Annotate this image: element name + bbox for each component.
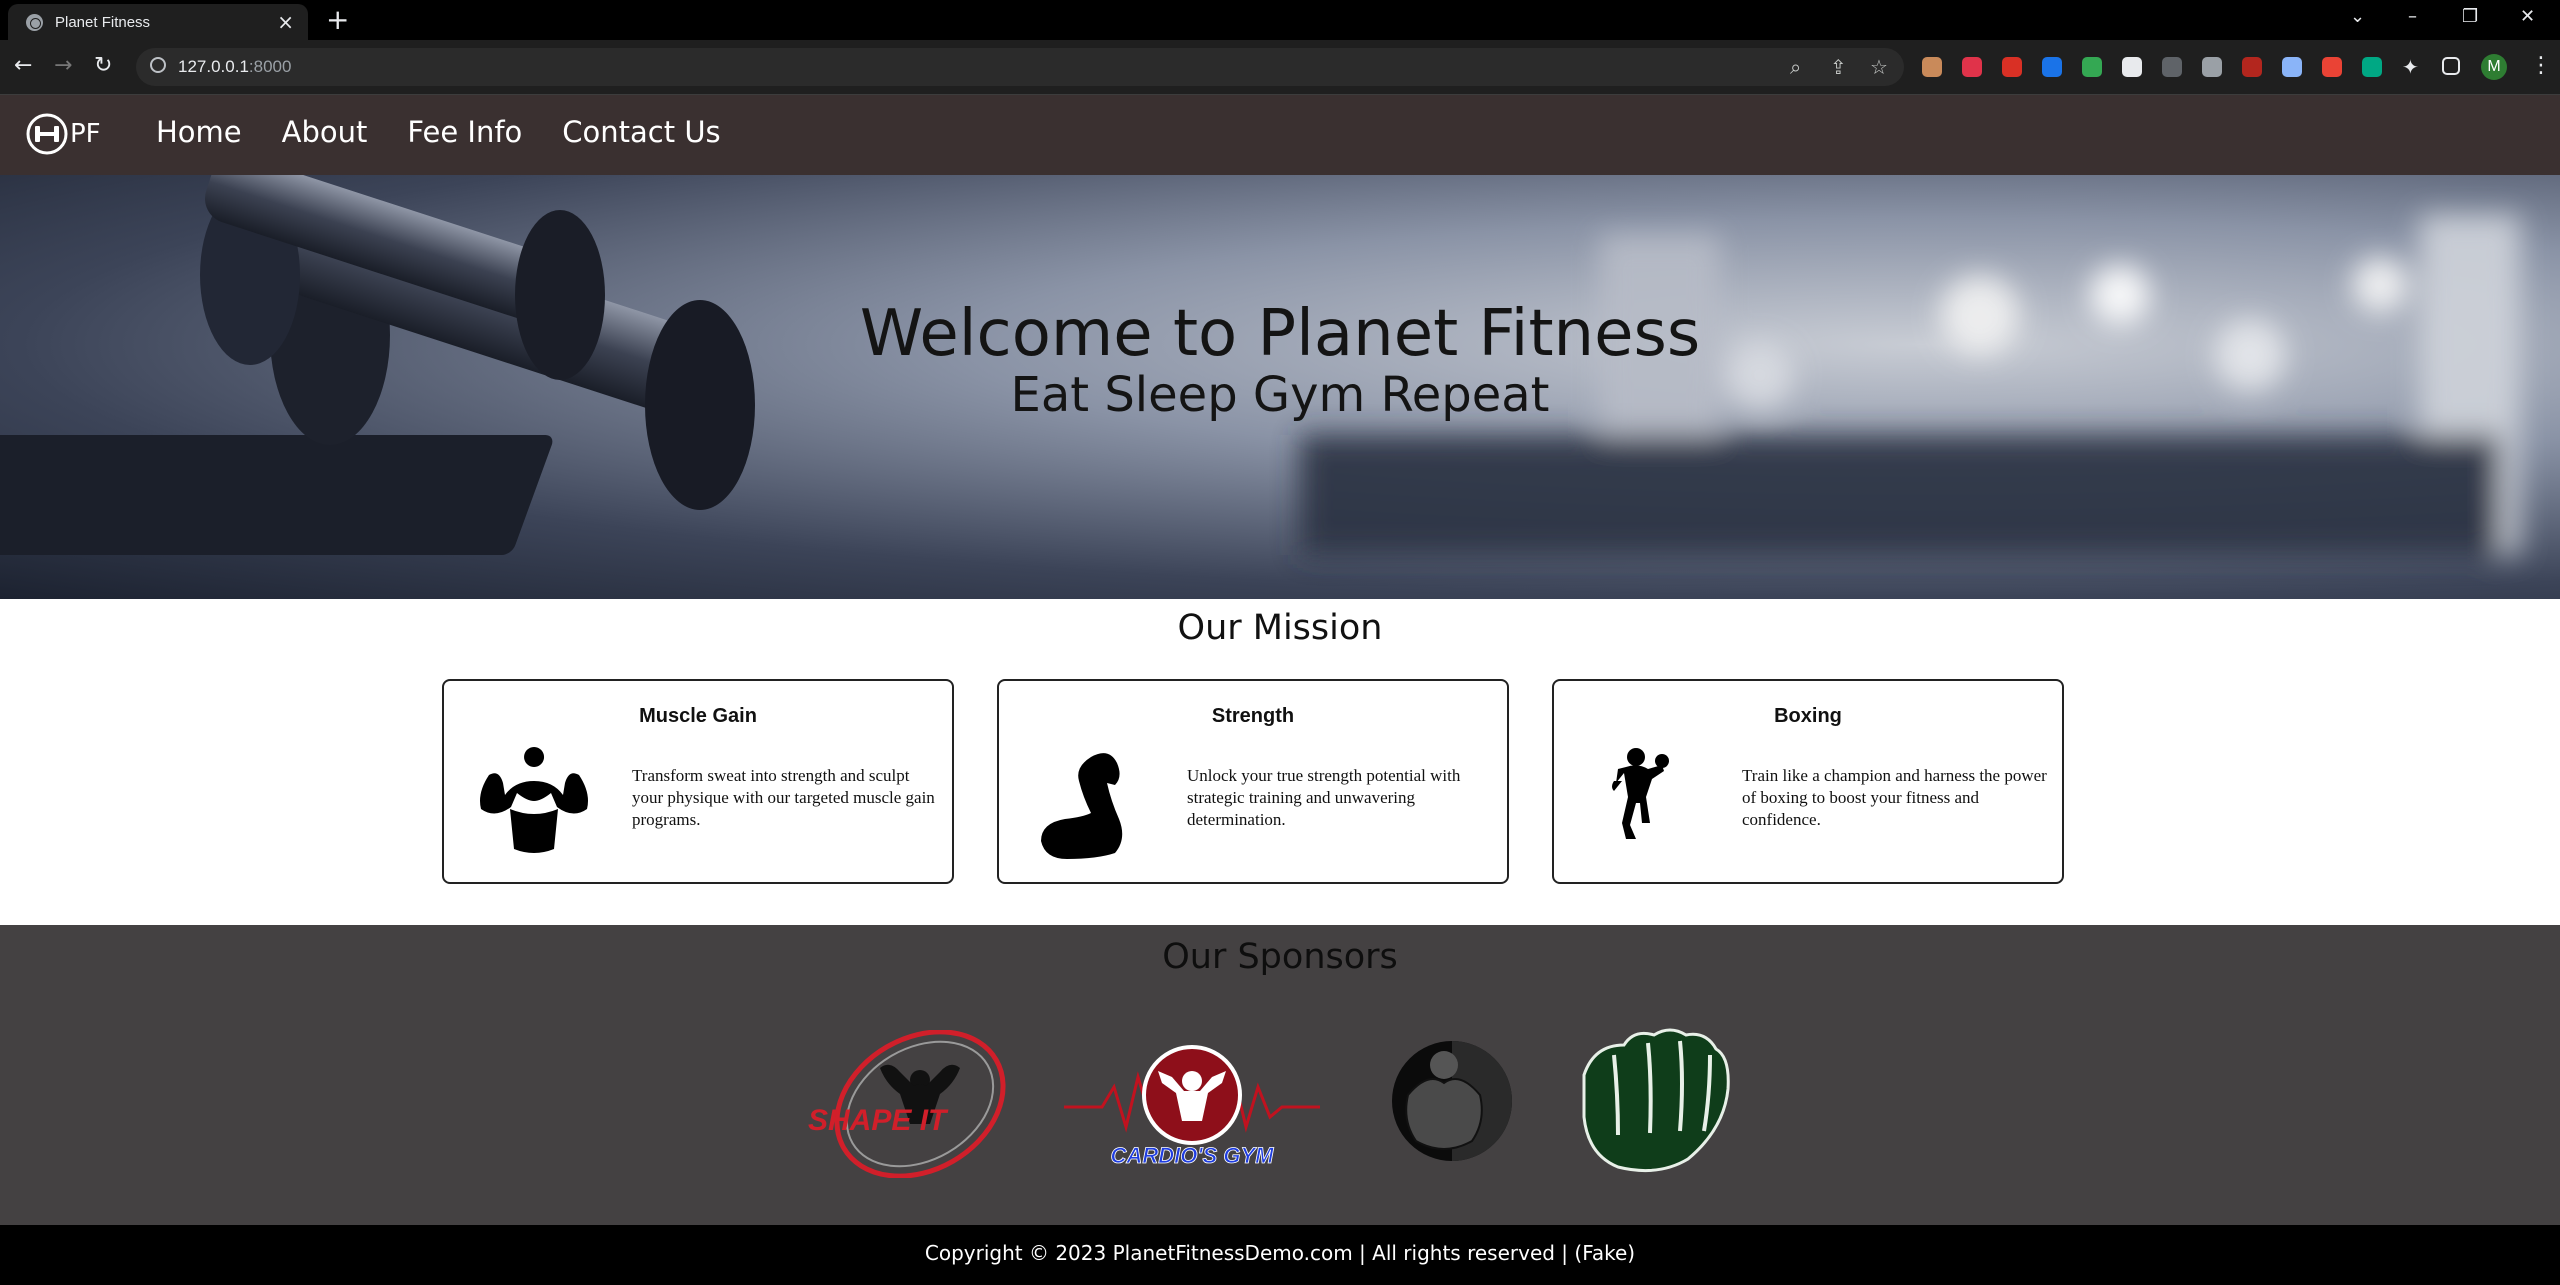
mission-heading: Our Mission (1177, 608, 1383, 648)
copyright-text: Copyright © 2023 PlanetFitnessDemo.com |… (924, 1241, 1636, 1265)
card-title: Boxing (1774, 705, 1842, 727)
mission-card-muscle-gain: Muscle Gain Transform sweat into strengt… (442, 679, 954, 884)
card-text: Transform sweat into strength and sculpt… (632, 766, 935, 829)
close-icon[interactable]: × (277, 12, 294, 32)
dumbbell-icon (26, 113, 68, 155)
sponsors-heading: Our Sponsors (1162, 937, 1398, 977)
bodybuilder-icon (480, 747, 588, 853)
extension-icon[interactable] (2122, 57, 2142, 77)
site-logo[interactable]: PF (26, 113, 101, 155)
minimize-icon[interactable]: – (2408, 6, 2417, 27)
profile-avatar[interactable]: M (2481, 54, 2507, 80)
site-info-icon[interactable] (150, 57, 166, 73)
address-bar[interactable]: 127.0.0.1:8000 ⌕ ⇪ ☆ (136, 48, 1904, 86)
site-footer: Copyright © 2023 PlanetFitnessDemo.com |… (0, 1225, 2560, 1285)
cardios-gym-logo[interactable]: CARDIO'S GYM (1062, 1037, 1322, 1171)
extension-icon[interactable] (2322, 57, 2342, 77)
url-text: 127.0.0.1:8000 (178, 57, 292, 76)
puzzle-icon[interactable]: ✦ (2402, 57, 2422, 77)
card-title: Muscle Gain (639, 705, 757, 727)
extension-icon[interactable] (2042, 57, 2062, 77)
nav-fee-info-link[interactable]: Fee Info (407, 115, 522, 149)
mission-card-strength: Strength Unlock your true strength poten… (997, 679, 1509, 884)
extension-icon[interactable] (1922, 57, 1942, 77)
forward-icon[interactable]: → (54, 52, 72, 80)
browser-tab[interactable]: Planet Fitness × (8, 4, 308, 40)
side-panel-icon[interactable] (2442, 57, 2460, 75)
green-fist-logo[interactable] (1564, 1025, 1744, 1183)
extension-icon[interactable] (1962, 57, 1982, 77)
extension-icon[interactable] (2002, 57, 2022, 77)
nav-about-link[interactable]: About (282, 115, 368, 149)
boxer-icon (1612, 748, 1669, 839)
back-icon[interactable]: ← (14, 52, 32, 80)
card-text: Train like a champion and harness the po… (1742, 766, 2047, 829)
extension-icon[interactable] (2082, 57, 2102, 77)
hero-banner: Welcome to Planet Fitness Eat Sleep Gym … (0, 175, 2560, 599)
extension-icon[interactable] (2202, 57, 2222, 77)
zoom-icon[interactable]: ⌕ (1790, 56, 1801, 78)
card-text: Unlock your true strength potential with… (1187, 766, 1461, 829)
bodybuilder-circle-logo[interactable] (1386, 1035, 1514, 1169)
cardios-gym-text: CARDIO'S GYM (1111, 1143, 1275, 1168)
browser-toolbar: ← → ↻ 127.0.0.1:8000 ⌕ ⇪ ☆ ✦ M ⋮ (0, 40, 2560, 95)
tab-title: Planet Fitness (55, 13, 151, 31)
extension-icon[interactable] (2362, 57, 2382, 77)
share-icon[interactable]: ⇪ (1830, 56, 1847, 78)
tab-strip: Planet Fitness × + ⌄ – ❐ ✕ (0, 0, 2560, 40)
sponsors-section: Our Sponsors SHAPE IT CARDIO'S GYM (0, 925, 2560, 1225)
tab-search-icon[interactable]: ⌄ (2350, 6, 2365, 27)
restore-icon[interactable]: ❐ (2462, 6, 2478, 27)
bookmark-star-icon[interactable]: ☆ (1870, 56, 1888, 78)
shape-it-logo[interactable]: SHAPE IT (800, 1030, 1016, 1178)
nav-home-link[interactable]: Home (156, 115, 242, 149)
hero-subtitle: Eat Sleep Gym Repeat (1010, 367, 1550, 423)
shape-it-text: SHAPE IT (808, 1104, 949, 1137)
mission-card-boxing: Boxing Train like a champion and harness… (1552, 679, 2064, 884)
hero-title: Welcome to Planet Fitness (859, 297, 1701, 371)
extension-icon[interactable] (2282, 57, 2302, 77)
window-close-icon[interactable]: ✕ (2520, 6, 2535, 27)
flexed-arm-icon (1041, 753, 1123, 859)
extension-icon[interactable] (2242, 57, 2262, 77)
nav-contact-us-link[interactable]: Contact Us (562, 115, 720, 149)
menu-icon[interactable]: ⋮ (2530, 52, 2552, 80)
site-navbar: PF Home About Fee Info Contact Us (0, 95, 2560, 175)
globe-icon (26, 13, 43, 31)
reload-icon[interactable]: ↻ (94, 52, 112, 80)
extension-icon[interactable] (2162, 57, 2182, 77)
card-title: Strength (1211, 705, 1295, 727)
logo-text: PF (70, 119, 101, 149)
new-tab-icon[interactable]: + (326, 6, 349, 34)
